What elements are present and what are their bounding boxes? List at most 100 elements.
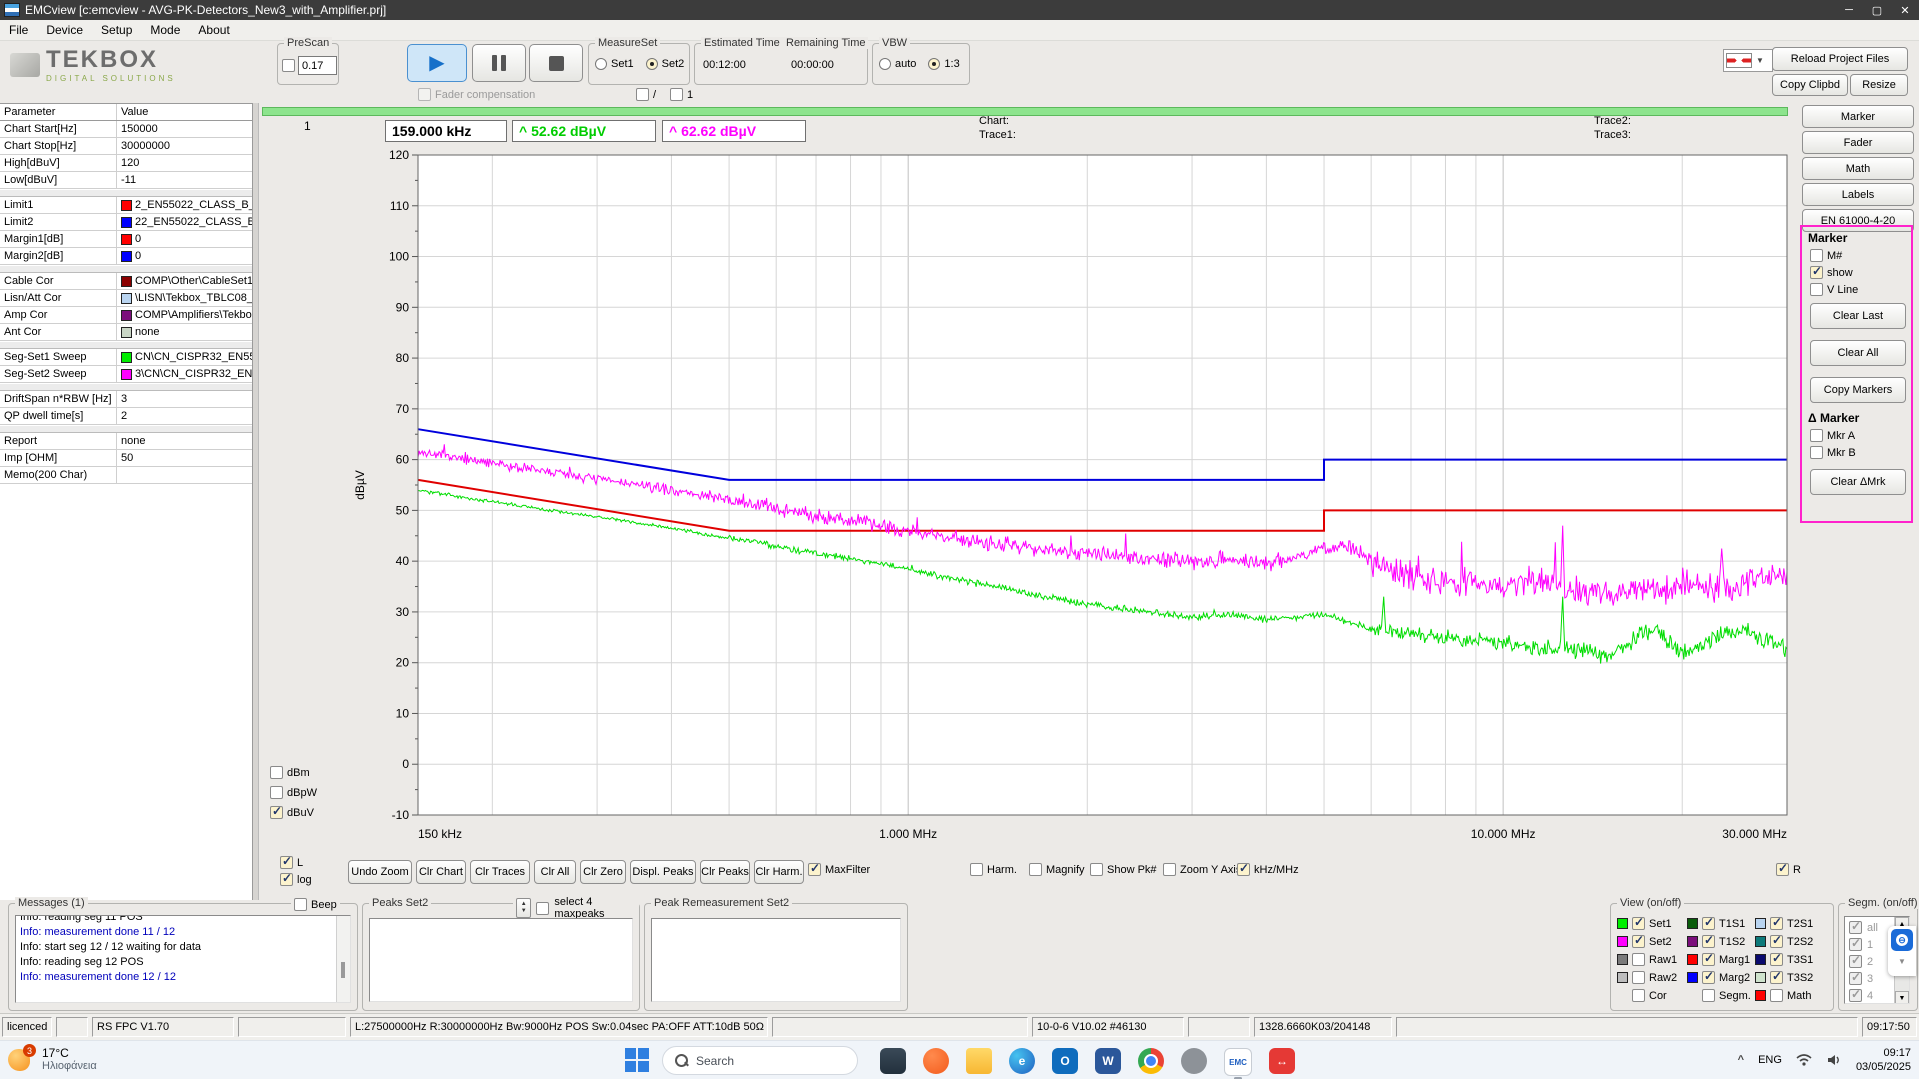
param-row-17[interactable]: Imp [OHM]50 <box>0 450 252 467</box>
clear-last-button[interactable]: Clear Last <box>1810 303 1906 329</box>
unit-dbm-checkbox[interactable] <box>270 766 283 779</box>
remeasure-list[interactable] <box>651 918 901 1002</box>
spectrum-chart[interactable]: -100102030405060708090100110120dBµV150 k… <box>338 150 1798 850</box>
language-indicator[interactable]: ENG <box>1758 1054 1782 1066</box>
view-t2s2-checkbox[interactable] <box>1770 935 1783 948</box>
undo-zoom-button[interactable]: Undo Zoom <box>348 860 412 884</box>
network-icon[interactable] <box>1796 1052 1812 1068</box>
param-row-7[interactable]: Margin2[dB]0 <box>0 248 252 265</box>
scrollbar-thumb[interactable] <box>341 962 345 978</box>
param-row-1[interactable]: Chart Stop[Hz]30000000 <box>0 138 252 155</box>
play-button[interactable]: ▶ <box>407 44 467 82</box>
param-row-13[interactable]: Seg-Set2 Sweep3\CN\CN_CISPR32_EN55032_PK… <box>0 366 252 383</box>
segm-all-checkbox[interactable] <box>1849 921 1862 934</box>
param-row-11[interactable]: Ant Cornone <box>0 324 252 341</box>
apps-icon[interactable] <box>1181 1048 1207 1074</box>
marker-v-line-checkbox[interactable] <box>1810 283 1823 296</box>
minimize-button[interactable]: ─ <box>1835 0 1863 20</box>
unit-dbpw-checkbox[interactable] <box>270 786 283 799</box>
word-icon[interactable]: W <box>1095 1048 1121 1074</box>
marker-frequency-readout[interactable]: 159.000 kHz <box>385 120 507 142</box>
axis-log-checkbox[interactable] <box>280 873 293 886</box>
measureset-set1-radio[interactable] <box>595 58 607 70</box>
resize-button[interactable]: Resize <box>1850 74 1908 96</box>
delta-mkr-b-checkbox[interactable] <box>1810 446 1823 459</box>
view-marg2-checkbox[interactable] <box>1702 971 1715 984</box>
close-button[interactable]: ✕ <box>1891 0 1919 20</box>
view-marg1-checkbox[interactable] <box>1702 953 1715 966</box>
stop-button[interactable] <box>529 44 583 82</box>
maxpeaks-stepper[interactable]: ▲▼ <box>516 898 531 918</box>
scroll-down-icon[interactable]: ▼ <box>1895 991 1909 1004</box>
brave-icon[interactable] <box>923 1048 949 1074</box>
segm-4-checkbox[interactable] <box>1849 989 1862 1002</box>
view-raw1-checkbox[interactable] <box>1632 953 1645 966</box>
menu-setup[interactable]: Setup <box>92 20 141 40</box>
opt-maxfilter-checkbox[interactable] <box>808 863 821 876</box>
view-raw2-checkbox[interactable] <box>1632 971 1645 984</box>
param-row-14[interactable]: DriftSpan n*RBW [Hz]3 <box>0 391 252 408</box>
param-row-8[interactable]: Cable CorCOMP\Other\CableSet1.cac <box>0 273 252 290</box>
view-cor-checkbox[interactable] <box>1632 989 1645 1002</box>
weather-widget[interactable]: 3 17°C Ηλιοφάνεια <box>8 1046 97 1072</box>
copy-clipbd-button[interactable]: Copy Clipbd <box>1772 74 1848 96</box>
clear-delta-marker-button[interactable]: Clear ΔMrk <box>1810 469 1906 495</box>
teamviewer-icon[interactable]: ↔ <box>1269 1048 1295 1074</box>
clr-peaks-button[interactable]: Clr Peaks <box>700 860 750 884</box>
start-button[interactable] <box>625 1048 649 1072</box>
param-row-4[interactable]: Limit12_EN55022_CLASS_B_Mains_AVG.lim <box>0 197 252 214</box>
clear-all-button[interactable]: Clear All <box>1810 340 1906 366</box>
side-tab-math[interactable]: Math <box>1802 157 1914 180</box>
param-row-3[interactable]: Low[dBuV]-11 <box>0 172 252 189</box>
measureset-set2-radio[interactable] <box>646 58 658 70</box>
volume-icon[interactable] <box>1826 1052 1842 1068</box>
teamviewer-popout[interactable]: ⊖ ▼ <box>1888 926 1916 976</box>
reload-project-files-button[interactable]: Reload Project Files <box>1772 47 1908 71</box>
side-tab-labels[interactable]: Labels <box>1802 183 1914 206</box>
param-row-0[interactable]: Chart Start[Hz]150000 <box>0 121 252 138</box>
side-tab-fader[interactable]: Fader <box>1802 131 1914 154</box>
pause-button[interactable] <box>472 44 526 82</box>
beep-checkbox[interactable] <box>294 898 307 911</box>
displ-peaks-button[interactable]: Displ. Peaks <box>630 860 696 884</box>
prescan-checkbox[interactable] <box>282 59 295 72</box>
side-tab-marker[interactable]: Marker <box>1802 105 1914 128</box>
opt-zoom-y-axis-checkbox[interactable] <box>1163 863 1176 876</box>
copy-markers-button[interactable]: Copy Markers <box>1810 377 1906 403</box>
segm-1-checkbox[interactable] <box>1849 938 1862 951</box>
opt-khz-mhz-checkbox[interactable] <box>1237 863 1250 876</box>
view-t1s2-checkbox[interactable] <box>1702 935 1715 948</box>
mini-checkbox-1[interactable] <box>636 88 649 101</box>
axis-l-checkbox[interactable] <box>280 856 293 869</box>
view-t2s1-checkbox[interactable] <box>1770 917 1783 930</box>
clr-all-button[interactable]: Clr All <box>534 860 576 884</box>
marker-trace1-readout[interactable]: ^ 52.62 dBµV <box>512 120 656 142</box>
view-t3s2-checkbox[interactable] <box>1770 971 1783 984</box>
param-row-9[interactable]: Lisn/Att Cor\LISN\Tekbox_TBLC08_ATT_OFF.… <box>0 290 252 307</box>
opt-magnify-checkbox[interactable] <box>1029 863 1042 876</box>
view-t1s1-checkbox[interactable] <box>1702 917 1715 930</box>
marker-trace2-readout[interactable]: ^ 62.62 dBµV <box>662 120 806 142</box>
vbw-auto-radio[interactable] <box>879 58 891 70</box>
edge-icon[interactable]: e <box>1009 1048 1035 1074</box>
unit-dbuv-checkbox[interactable] <box>270 806 283 819</box>
fader-compensation-checkbox[interactable] <box>418 88 431 101</box>
clr-chart-button[interactable]: Clr Chart <box>416 860 466 884</box>
clr-harm--button[interactable]: Clr Harm. <box>754 860 804 884</box>
explorer-icon[interactable] <box>966 1048 992 1074</box>
emcview-icon[interactable]: EMC <box>1224 1048 1252 1076</box>
clr-traces-button[interactable]: Clr Traces <box>470 860 530 884</box>
menu-file[interactable]: File <box>0 20 37 40</box>
mini-checkbox-2[interactable] <box>670 88 683 101</box>
messages-list[interactable]: Info: reading seg 11 POSInfo: measuremen… <box>15 915 351 1003</box>
opt-show-pk--checkbox[interactable] <box>1090 863 1103 876</box>
param-row-5[interactable]: Limit222_EN55022_CLASS_B_Mains_QP.lim <box>0 214 252 231</box>
param-row-12[interactable]: Seg-Set1 SweepCN\CN_CISPR32_EN55032_AVG.… <box>0 349 252 366</box>
param-row-6[interactable]: Margin1[dB]0 <box>0 231 252 248</box>
view-segm--checkbox[interactable] <box>1702 989 1715 1002</box>
param-row-15[interactable]: QP dwell time[s]2 <box>0 408 252 425</box>
menu-device[interactable]: Device <box>37 20 92 40</box>
outlook-icon[interactable]: O <box>1052 1048 1078 1074</box>
display-icon[interactable] <box>880 1048 906 1074</box>
segm-3-checkbox[interactable] <box>1849 972 1862 985</box>
